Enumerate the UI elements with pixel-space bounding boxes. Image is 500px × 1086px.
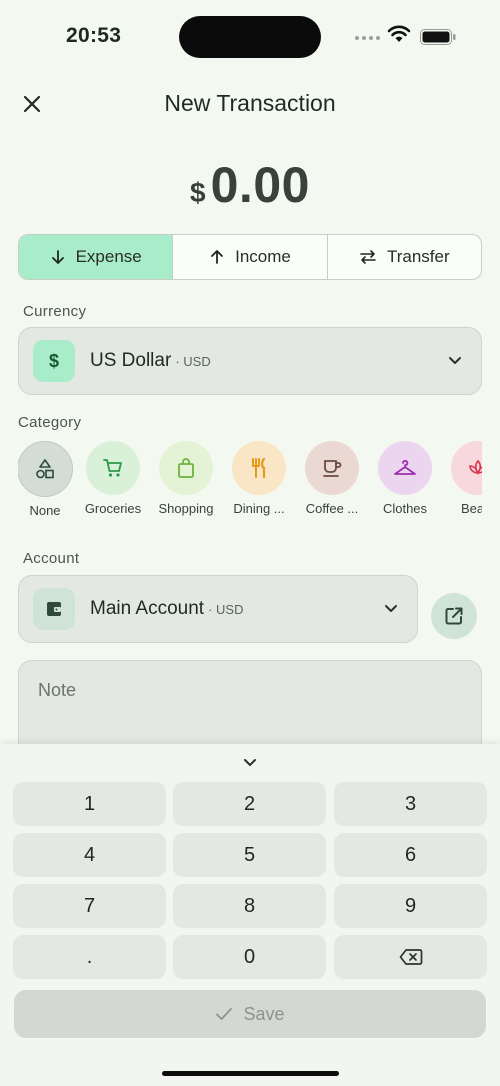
keypad-panel: 1 2 3 4 5 6 7 8 9 . 0 Save	[0, 744, 500, 1086]
category-label: Category	[18, 414, 82, 431]
category-item-coffee[interactable]: Coffee ...	[296, 441, 368, 516]
account-selector[interactable]: Main Account · USD	[18, 575, 418, 643]
category-name: Dining ...	[233, 501, 285, 516]
key-8[interactable]: 8	[173, 884, 326, 928]
type-income-button[interactable]: Income	[173, 235, 328, 279]
arrow-down-icon	[51, 250, 64, 264]
key-4[interactable]: 4	[13, 833, 166, 877]
key-decimal[interactable]: .	[13, 935, 166, 979]
chevron-down-icon	[244, 759, 256, 766]
shapes-icon	[18, 441, 73, 497]
cellular-signal-icon	[355, 36, 380, 40]
chevron-down-icon	[449, 357, 461, 364]
key-5[interactable]: 5	[173, 833, 326, 877]
key-6[interactable]: 6	[334, 833, 487, 877]
type-transfer-button[interactable]: Transfer	[328, 235, 481, 279]
category-item-beauty[interactable]: Beaut	[442, 441, 482, 516]
status-time: 20:53	[66, 24, 122, 47]
swap-arrows-icon	[360, 250, 376, 264]
home-indicator	[162, 1071, 339, 1076]
chevron-down-icon	[385, 605, 397, 612]
key-9[interactable]: 9	[334, 884, 487, 928]
category-item-dining[interactable]: Dining ...	[223, 441, 295, 516]
backspace-icon	[399, 949, 422, 965]
wallet-icon	[33, 588, 75, 630]
category-name: None	[29, 503, 61, 518]
wifi-icon	[387, 25, 411, 42]
header: New Transaction	[0, 80, 500, 126]
page-title: New Transaction	[164, 90, 336, 116]
account-label: Account	[23, 550, 80, 567]
open-external-icon	[445, 607, 463, 625]
type-expense-label: Expense	[75, 247, 142, 266]
category-item-shopping[interactable]: Shopping	[150, 441, 222, 516]
type-transfer-label: Transfer	[386, 247, 450, 266]
arrow-up-icon	[211, 250, 224, 264]
cart-icon	[86, 441, 140, 495]
currency-name: US Dollar	[90, 350, 172, 371]
checkmark-icon	[216, 1008, 233, 1020]
key-7[interactable]: 7	[13, 884, 166, 928]
category-name: Beaut	[461, 501, 482, 516]
type-expense-button[interactable]: Expense	[19, 235, 174, 279]
collapse-keypad-button[interactable]	[234, 752, 266, 774]
category-name: Coffee ...	[305, 501, 359, 516]
category-list: None Groceries Shopping Dining ... Coffe…	[18, 441, 482, 521]
amount-value: 0.00	[210, 157, 310, 213]
hanger-icon	[378, 441, 432, 495]
shopping-bag-icon	[159, 441, 213, 495]
status-bar: 20:53	[0, 0, 500, 72]
account-currency-code: · USD	[208, 602, 244, 617]
dollar-icon: $	[33, 340, 75, 382]
key-3[interactable]: 3	[334, 782, 487, 826]
currency-selector[interactable]: $ US Dollar · USD	[18, 327, 482, 395]
coffee-cup-icon	[305, 441, 359, 495]
dynamic-island	[179, 16, 321, 58]
account-name: Main Account	[90, 598, 205, 619]
currency-code: · USD	[175, 354, 211, 369]
category-name: Shopping	[158, 501, 214, 516]
currency-label: Currency	[23, 303, 87, 320]
amount-display[interactable]: $ 0.00	[0, 156, 500, 214]
category-name: Groceries	[84, 501, 142, 516]
key-backspace[interactable]	[334, 935, 487, 979]
battery-icon	[420, 29, 456, 45]
category-item-groceries[interactable]: Groceries	[77, 441, 149, 516]
category-item-none[interactable]: None	[18, 441, 81, 518]
category-name: Clothes	[382, 501, 428, 516]
note-input[interactable]	[36, 679, 460, 702]
key-1[interactable]: 1	[13, 782, 166, 826]
amount-currency-symbol: $	[190, 177, 206, 208]
key-2[interactable]: 2	[173, 782, 326, 826]
open-account-button[interactable]	[431, 593, 477, 639]
key-0[interactable]: 0	[173, 935, 326, 979]
fork-knife-icon	[232, 441, 286, 495]
save-label: Save	[243, 1003, 285, 1024]
save-button[interactable]: Save	[14, 990, 486, 1038]
transaction-type-selector: Expense Income Transfer	[18, 234, 482, 280]
lotus-icon	[451, 441, 482, 495]
type-income-label: Income	[235, 247, 291, 266]
category-item-clothes[interactable]: Clothes	[369, 441, 441, 516]
